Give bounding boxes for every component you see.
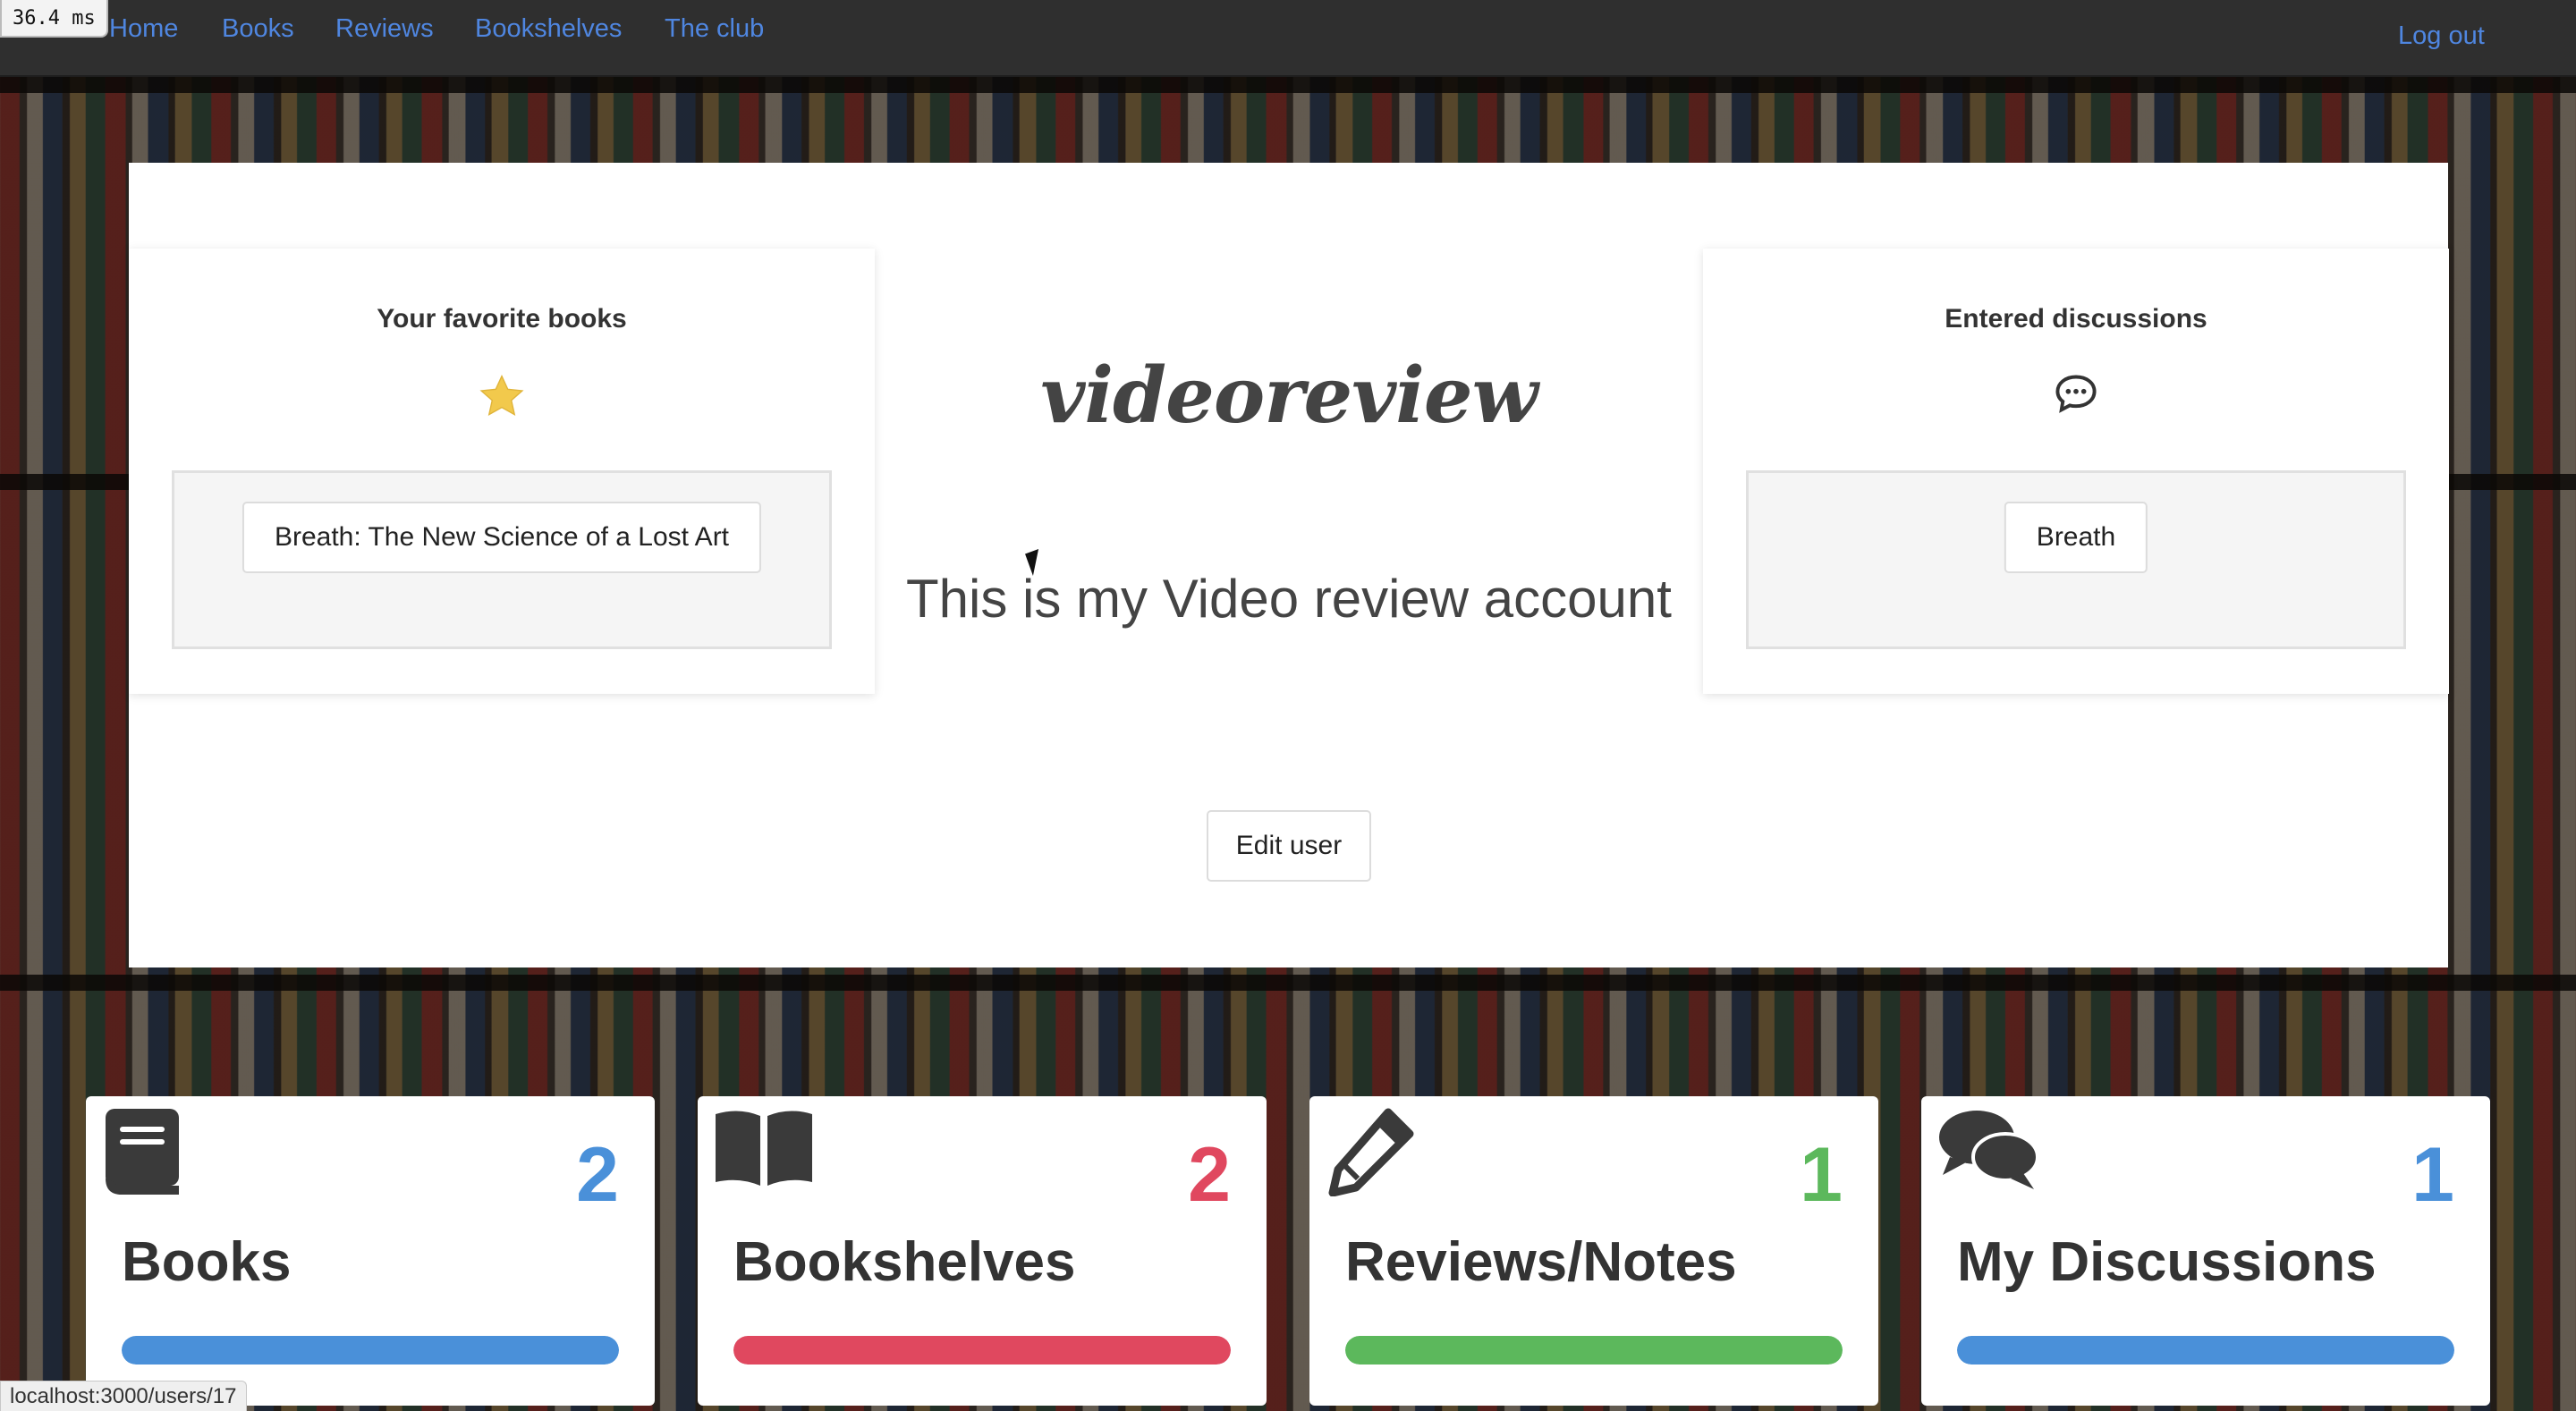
reviews-label: Reviews/Notes [1345,1231,1737,1293]
stat-card-reviews-notes[interactable]: 1 Reviews/Notes [1309,1096,1878,1406]
discussions-progress-fill [1957,1336,2454,1365]
books-progress-bar [122,1336,619,1365]
bookshelves-count: 2 [1188,1132,1231,1218]
reviews-count: 1 [1800,1132,1843,1218]
reviews-progress-fill [1345,1336,1843,1365]
nav-link-reviews[interactable]: Reviews [335,13,434,45]
bookshelves-label: Bookshelves [733,1231,1076,1293]
shelf-divider [0,975,2576,991]
reviews-progress-bar [1345,1336,1843,1365]
comments-icon [1937,1107,2039,1205]
discussions-label: My Discussions [1957,1231,2377,1293]
comment-dots-icon [1703,372,2449,426]
book-icon [102,1107,200,1205]
stat-card-my-discussions[interactable]: 1 My Discussions [1921,1096,2490,1406]
favorite-books-card: Your favorite books Breath: The New Scie… [129,249,875,694]
entered-discussions-card: Entered discussions Breath [1703,249,2449,694]
books-label: Books [122,1231,292,1293]
discussions-progress-bar [1957,1336,2454,1365]
star-icon [129,372,875,432]
discussion-chip[interactable]: Breath [2004,502,2148,573]
profile-username: videoreview [1040,351,1538,441]
bookshelves-progress-fill [733,1336,1231,1365]
edit-user-button[interactable]: Edit user [1207,810,1371,882]
discussions-count: 1 [2411,1132,2454,1218]
nav-link-books[interactable]: Books [222,13,294,45]
nav-link-bookshelves[interactable]: Bookshelves [475,13,622,45]
stat-card-books[interactable]: 2 Books [86,1096,655,1406]
favorite-books-title: Your favorite books [377,304,627,334]
books-progress-fill [122,1336,619,1365]
stat-card-bookshelves[interactable]: 2 Bookshelves [698,1096,1267,1406]
favorite-books-list: Breath: The New Science of a Lost Art [172,470,832,649]
nav-link-home[interactable]: Home [109,13,178,45]
book-open-icon [714,1107,812,1205]
books-count: 2 [576,1132,619,1218]
profile-panel: Your favorite books Breath: The New Scie… [129,163,2449,967]
entered-discussions-title: Entered discussions [1945,304,2207,334]
entered-discussions-list: Breath [1746,470,2406,649]
top-navbar: Home Books Reviews Bookshelves The club … [0,0,2576,77]
shelf-divider [0,77,2576,93]
favorite-book-chip[interactable]: Breath: The New Science of a Lost Art [242,502,762,573]
logout-link[interactable]: Log out [2398,20,2485,52]
pencil-icon [1326,1107,1424,1205]
nav-link-the-club[interactable]: The club [665,13,764,45]
bookshelves-progress-bar [733,1336,1231,1365]
render-timing-badge: 36.4 ms [0,0,108,38]
browser-status-url: localhost:3000/users/17 [0,1381,247,1411]
profile-bio: This is my Video review account [906,569,1672,629]
